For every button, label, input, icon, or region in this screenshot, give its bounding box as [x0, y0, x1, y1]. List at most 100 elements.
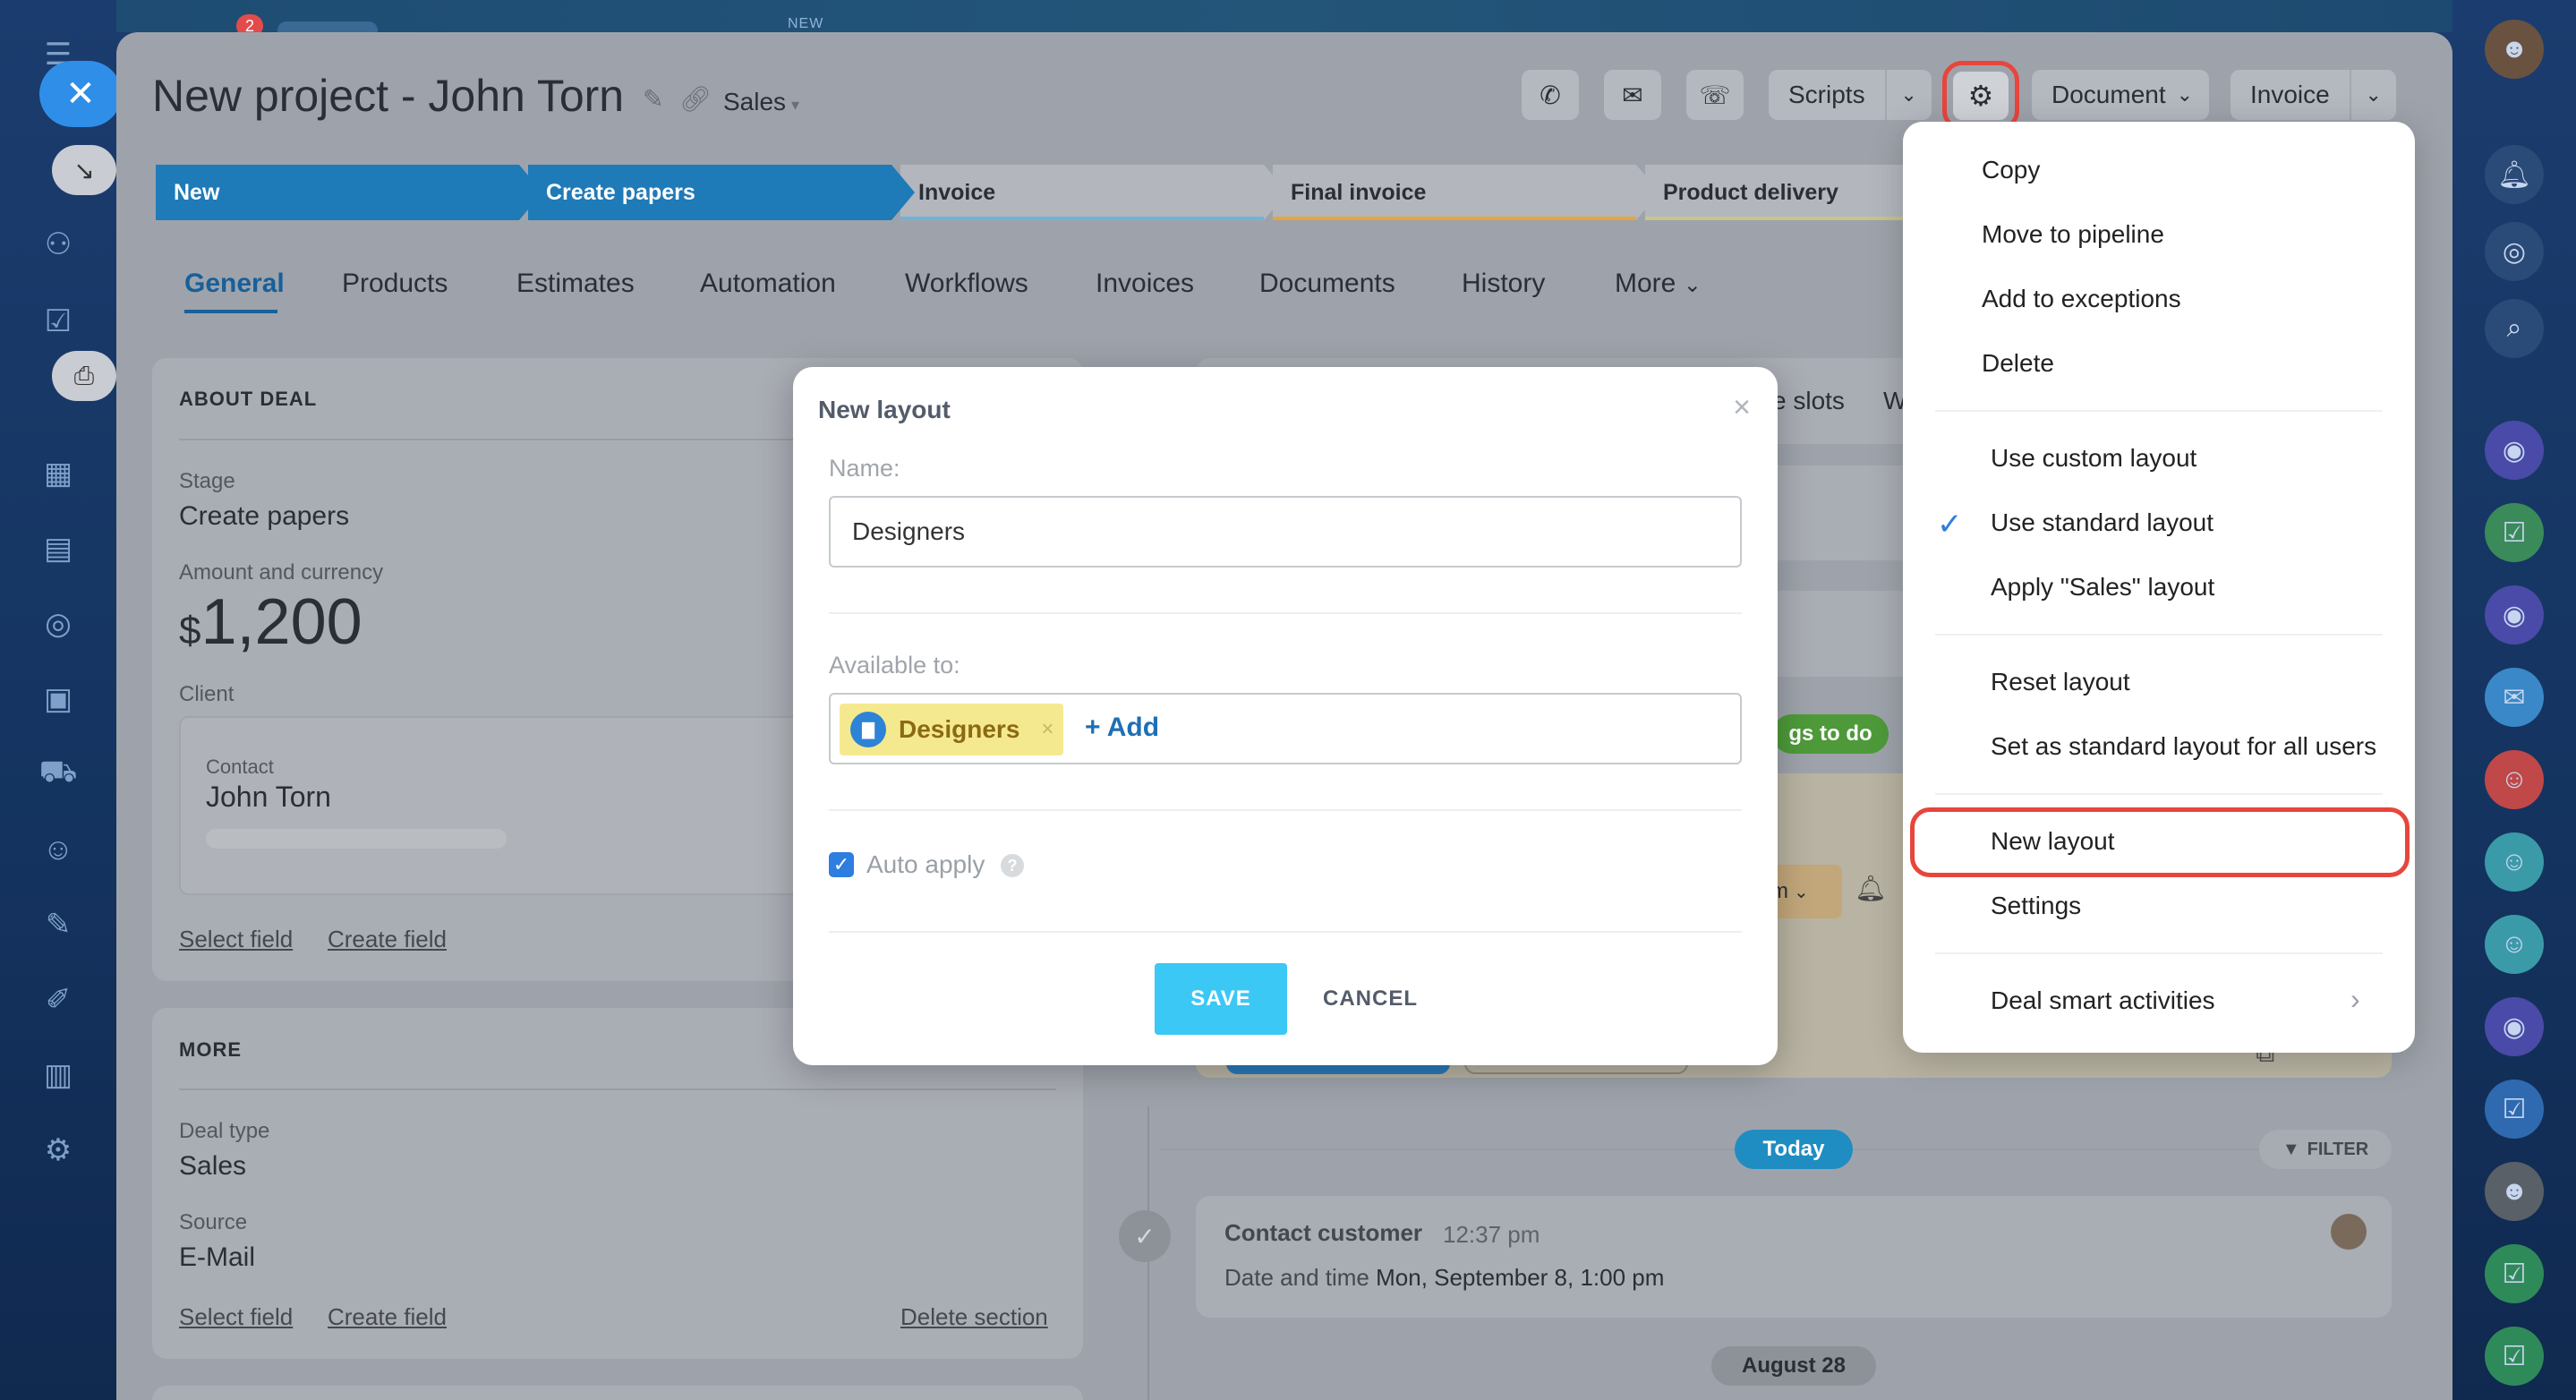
menu-item-add-to-exceptions[interactable]: Add to exceptions [1982, 285, 2181, 313]
timeline-tab-partial[interactable]: e slots [1772, 387, 1845, 415]
menu-item-deal-smart-activities[interactable]: Deal smart activities [1991, 986, 2215, 1015]
close-icon[interactable]: × [1733, 390, 1751, 425]
tasks-icon[interactable]: ☑ [38, 301, 79, 342]
check-circle-icon[interactable]: ✓ [1119, 1210, 1171, 1262]
tab-invoices[interactable]: Invoices [1096, 269, 1194, 299]
call-button[interactable]: ✆ [1522, 70, 1579, 120]
menu-item-move-to-pipeline[interactable]: Move to pipeline [1982, 220, 2164, 249]
stage-create-papers[interactable]: Create papers [528, 165, 915, 220]
active-tab-indicator [184, 310, 277, 313]
menu-item-use-custom-layout[interactable]: Use custom layout [1991, 444, 2196, 473]
scripts-button[interactable]: Scripts ⌄ [1769, 70, 1932, 120]
link-icon[interactable]: 🔗︎ [679, 85, 712, 113]
menu-item-settings[interactable]: Settings [1991, 892, 2081, 920]
tab-products[interactable]: Products [342, 269, 448, 299]
designers-chip[interactable]: ▇ Designers × [840, 704, 1063, 755]
cart-icon[interactable]: ⛟ [38, 754, 79, 795]
menu-item-use-standard-layout[interactable]: Use standard layout [1991, 508, 2213, 537]
select-field-link[interactable]: Select field [179, 926, 293, 953]
task-icon[interactable]: ☑ [2485, 1244, 2544, 1303]
storage-icon[interactable]: ▤ [38, 528, 79, 569]
chevron-down-icon[interactable]: ⌄ [2349, 70, 2396, 120]
chevron-down-icon[interactable]: ⌄ [1884, 70, 1932, 120]
filter-button[interactable]: ▼ FILTER [2259, 1130, 2392, 1169]
source-value[interactable]: E-Mail [179, 1242, 255, 1273]
user-avatar[interactable]: ☻ [2485, 20, 2544, 79]
settings-gear-highlight[interactable]: ⚙ [1942, 61, 2019, 131]
print-button[interactable]: ⎙ [52, 351, 116, 401]
openline-icon[interactable]: ◉ [2485, 421, 2544, 480]
tab-general[interactable]: General [184, 269, 285, 299]
invoice-button[interactable]: Invoice ⌄ [2231, 70, 2396, 120]
pipeline-icon[interactable]: ⚇ [38, 224, 79, 265]
close-slider-button[interactable]: ✕ [39, 61, 122, 127]
amount-value[interactable]: $1,200 [179, 585, 363, 659]
tab-estimates[interactable]: Estimates [516, 269, 635, 299]
pipeline-selector[interactable]: Sales ▾ [723, 88, 799, 116]
task-icon[interactable]: ☑ [2485, 1080, 2544, 1139]
cancel-button[interactable]: CANCEL [1323, 986, 1418, 1012]
search-chat-icon[interactable]: ⌕ [2485, 299, 2544, 358]
minimize-button[interactable]: ↘ [52, 145, 116, 195]
task-icon[interactable]: ☑ [2485, 503, 2544, 562]
chat-button[interactable]: ☏ [1686, 70, 1744, 120]
group-icon[interactable]: ☺ [2485, 832, 2544, 892]
select-field-link[interactable]: Select field [179, 1303, 293, 1331]
robot-icon[interactable]: ☺ [38, 829, 79, 870]
tab-history[interactable]: History [1462, 269, 1545, 299]
delete-section-link[interactable]: Delete section [900, 1303, 1048, 1331]
contact-name[interactable]: John Torn [206, 781, 331, 814]
activity-date: Date and time Mon, September 8, 1:00 pm [1224, 1264, 1664, 1292]
email-button[interactable]: ✉ [1604, 70, 1661, 120]
gear-icon[interactable]: ⚙ [1953, 72, 2009, 120]
create-field-link[interactable]: Create field [328, 926, 447, 953]
openline-icon[interactable]: ◉ [2485, 997, 2544, 1056]
chevron-down-icon: ⌄ [1683, 273, 1702, 297]
bell-icon[interactable]: 🔔︎ [2485, 145, 2544, 204]
stage-final-invoice[interactable]: Final invoice [1273, 165, 1659, 220]
document-button[interactable]: Document ⌄ [2032, 70, 2210, 120]
target-icon[interactable]: ◎ [38, 603, 79, 645]
auto-apply-label[interactable]: Auto apply [866, 850, 985, 879]
chat-icon[interactable]: ✉ [2485, 668, 2544, 727]
sign-icon[interactable]: ✐ [38, 979, 79, 1020]
name-label: Name: [829, 455, 900, 482]
menu-item-delete[interactable]: Delete [1982, 349, 2054, 378]
stage-product-delivery[interactable]: Product delivery [1645, 165, 1905, 220]
contact-card-icon[interactable]: ▣ [38, 679, 79, 720]
create-field-link[interactable]: Create field [328, 1303, 447, 1331]
save-button[interactable]: SAVE [1155, 963, 1287, 1035]
available-to-field[interactable]: ▇ Designers × + Add [829, 693, 1742, 764]
name-input[interactable] [829, 496, 1742, 568]
add-access-link[interactable]: + Add [1085, 713, 1159, 743]
menu-item-set-standard-for-all[interactable]: Set as standard layout for all users [1991, 732, 2376, 761]
settings-icon[interactable]: ⚙ [38, 1130, 79, 1171]
auto-apply-checkbox[interactable]: ✓ [829, 852, 854, 877]
user-avatar[interactable]: ☻ [2485, 1162, 2544, 1221]
remove-chip-icon[interactable]: × [1041, 717, 1053, 742]
chevron-down-icon: ⌄ [2176, 83, 2194, 106]
help-icon[interactable]: ? [1001, 854, 1024, 877]
group-icon[interactable]: ☺ [2485, 750, 2544, 809]
document-icon[interactable]: ✎ [38, 904, 79, 945]
openline-icon[interactable]: ◉ [2485, 585, 2544, 645]
menu-item-apply-sales-layout[interactable]: Apply "Sales" layout [1991, 573, 2214, 602]
calendar-icon[interactable]: ▦ [38, 453, 79, 494]
tab-automation[interactable]: Automation [700, 269, 836, 299]
chart-icon[interactable]: ▥ [38, 1054, 79, 1096]
stage-invoice[interactable]: Invoice [900, 165, 1287, 220]
deal-type-value[interactable]: Sales [179, 1151, 246, 1182]
activity-title[interactable]: Contact customer [1224, 1219, 1422, 1247]
group-icon[interactable]: ☺ [2485, 915, 2544, 974]
tab-more[interactable]: More ⌄ [1615, 269, 1702, 299]
edit-icon[interactable]: ✎ [643, 85, 663, 113]
stage-value[interactable]: Create papers [179, 501, 349, 532]
task-icon[interactable]: ☑ [2485, 1327, 2544, 1386]
target-icon[interactable]: ◎ [2485, 222, 2544, 281]
bell-icon[interactable]: 🔔︎ [1855, 874, 1887, 903]
tab-workflows[interactable]: Workflows [905, 269, 1028, 299]
menu-item-reset-layout[interactable]: Reset layout [1991, 668, 2130, 696]
stage-new[interactable]: New [156, 165, 542, 220]
menu-item-copy[interactable]: Copy [1982, 156, 2040, 184]
tab-documents[interactable]: Documents [1259, 269, 1395, 299]
